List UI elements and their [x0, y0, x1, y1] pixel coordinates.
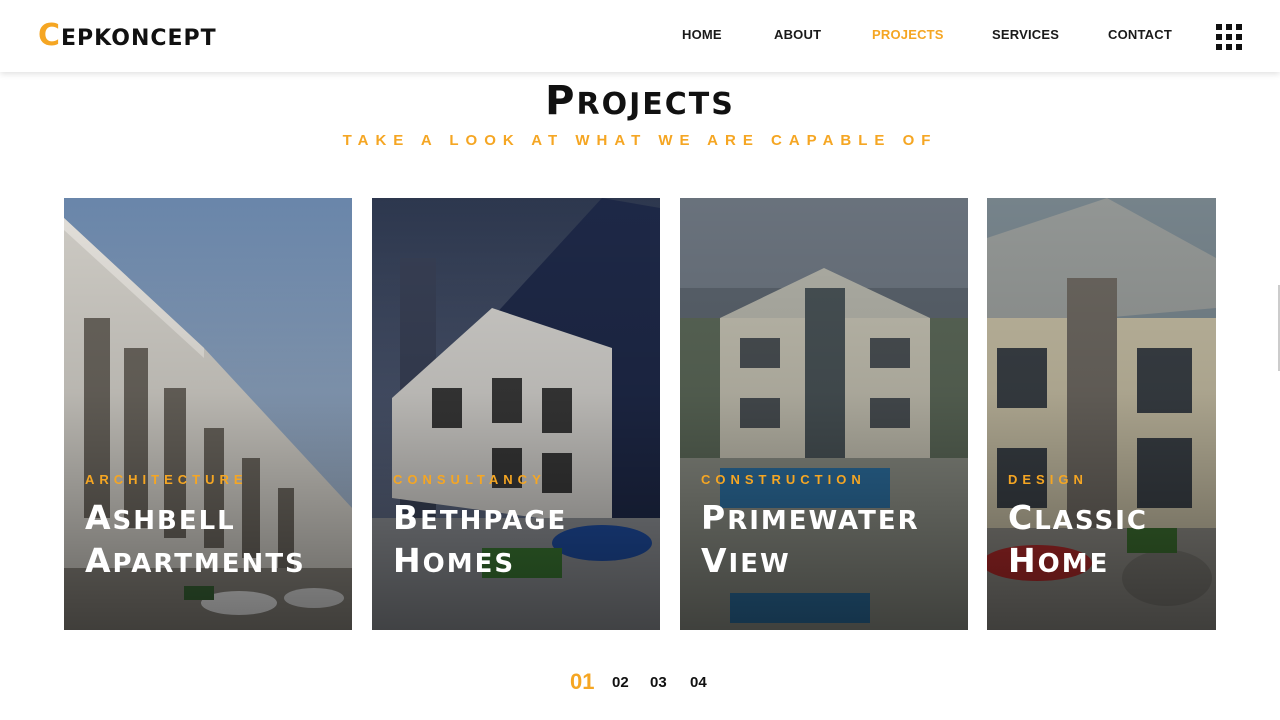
- carousel-pagination: 01 02 03 04: [0, 668, 1280, 698]
- project-category: CONSULTANCY: [393, 472, 546, 487]
- project-title: PRIMEWATER VIEW: [701, 498, 920, 580]
- page-02[interactable]: 02: [612, 674, 629, 691]
- page-04[interactable]: 04: [690, 674, 707, 691]
- section-subtitle: TAKE A LOOK AT WHAT WE ARE CAPABLE OF: [342, 132, 938, 149]
- nav-projects[interactable]: PROJECTS: [872, 27, 944, 42]
- project-title: BETHPAGE HOMES: [393, 498, 568, 580]
- project-category: ARCHITECTURE: [85, 472, 248, 487]
- project-title: CLASSIC HOME: [1008, 498, 1148, 580]
- project-card-classic-home[interactable]: DESIGN CLASSIC HOME: [987, 198, 1216, 630]
- project-category: CONSTRUCTION: [701, 472, 866, 487]
- project-card-bethpage[interactable]: CONSULTANCY BETHPAGE HOMES: [372, 198, 660, 630]
- grid-menu-icon[interactable]: [1216, 24, 1242, 50]
- section-title: PROJECTS: [545, 78, 735, 124]
- nav-services[interactable]: SERVICES: [992, 27, 1059, 42]
- page-03[interactable]: 03: [650, 674, 667, 691]
- site-header: CEPKONCEPT HOME ABOUT PROJECTS SERVICES …: [0, 0, 1280, 72]
- page-01[interactable]: 01: [570, 669, 594, 695]
- nav-contact[interactable]: CONTACT: [1108, 27, 1172, 42]
- main-nav: HOME ABOUT PROJECTS SERVICES CONTACT: [0, 27, 1280, 47]
- nav-about[interactable]: ABOUT: [774, 27, 821, 42]
- project-title: ASHBELL APARTMENTS: [85, 498, 306, 580]
- project-card-ashbell[interactable]: ARCHITECTURE ASHBELL APARTMENTS: [64, 198, 352, 630]
- project-category: DESIGN: [1008, 472, 1088, 487]
- nav-home[interactable]: HOME: [682, 27, 722, 42]
- project-card-primewater[interactable]: CONSTRUCTION PRIMEWATER VIEW: [680, 198, 968, 630]
